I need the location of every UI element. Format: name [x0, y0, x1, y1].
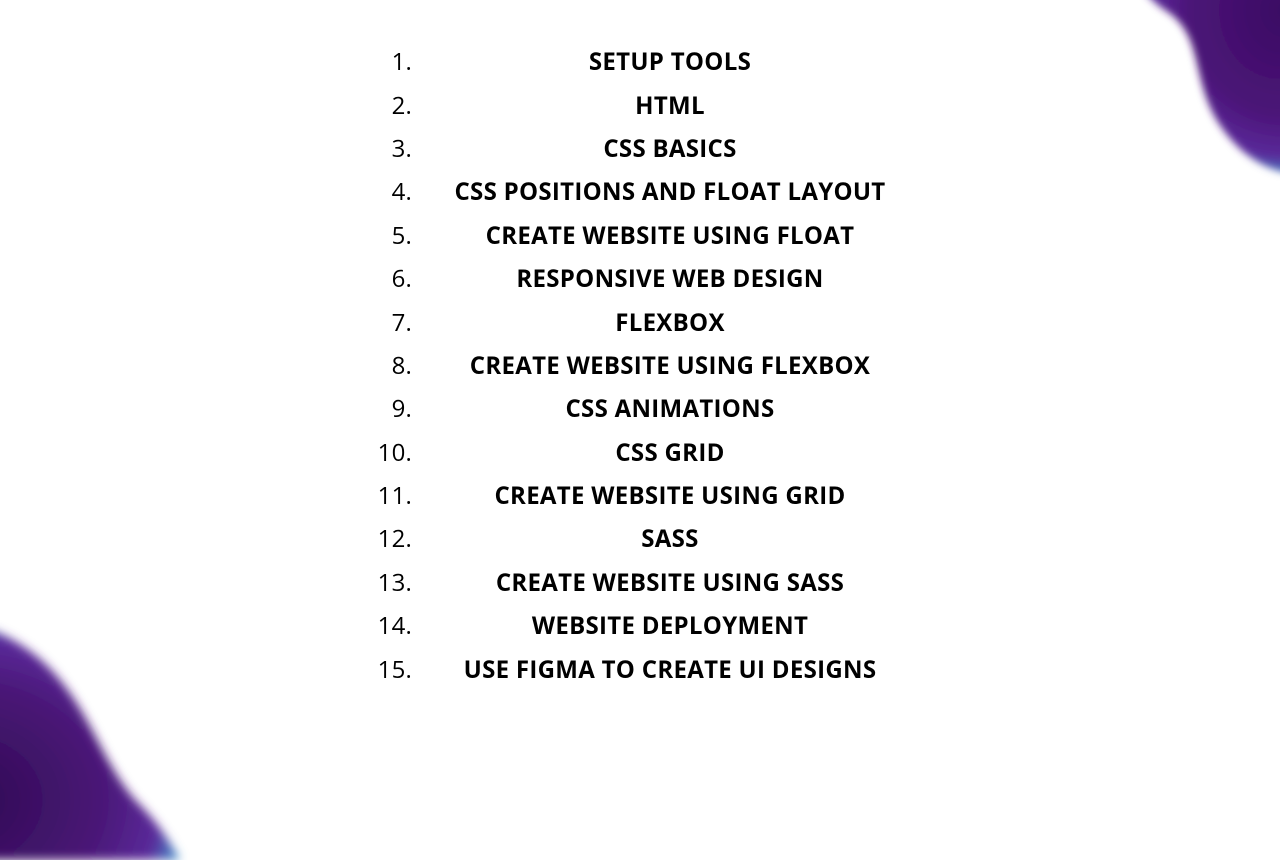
- decorative-blob-top-right: [1050, 0, 1280, 240]
- item-label: CREATE WEBSITE USING FLEXBOX: [420, 349, 920, 382]
- item-number: 13.: [360, 566, 420, 599]
- decorative-blob-bottom-left: [0, 560, 190, 860]
- item-label: RESPONSIVE WEB DESIGN: [420, 262, 920, 295]
- item-number: 9.: [360, 392, 420, 425]
- item-number: 2.: [360, 89, 420, 122]
- list-item: 7. FLEXBOX: [360, 300, 920, 343]
- list-item: 4. CSS POSITIONS AND FLOAT LAYOUT: [360, 170, 920, 213]
- item-label: SETUP TOOLS: [420, 45, 920, 78]
- item-number: 7.: [360, 306, 420, 339]
- item-label: CSS GRID: [420, 436, 920, 469]
- item-label: USE FIGMA TO CREATE UI DESIGNS: [420, 653, 920, 686]
- item-number: 8.: [360, 349, 420, 382]
- item-number: 10.: [360, 436, 420, 469]
- item-number: 12.: [360, 522, 420, 555]
- item-number: 15.: [360, 653, 420, 686]
- item-label: WEBSITE DEPLOYMENT: [420, 609, 920, 642]
- item-number: 3.: [360, 132, 420, 165]
- list-item: 3. CSS BASICS: [360, 127, 920, 170]
- list-item: 5. CREATE WEBSITE USING FLOAT: [360, 214, 920, 257]
- item-label: CSS POSITIONS AND FLOAT LAYOUT: [420, 175, 920, 208]
- list-item: 12. SASS: [360, 517, 920, 560]
- item-number: 5.: [360, 219, 420, 252]
- list-item: 14. WEBSITE DEPLOYMENT: [360, 604, 920, 647]
- list-item: 2. HTML: [360, 83, 920, 126]
- item-number: 4.: [360, 175, 420, 208]
- list-item: 11. CREATE WEBSITE USING GRID: [360, 474, 920, 517]
- list-item: 15. USE FIGMA TO CREATE UI DESIGNS: [360, 647, 920, 690]
- item-label: CSS ANIMATIONS: [420, 392, 920, 425]
- list-item: 9. CSS ANIMATIONS: [360, 387, 920, 430]
- item-label: FLEXBOX: [420, 306, 920, 339]
- list-item: 8. CREATE WEBSITE USING FLEXBOX: [360, 344, 920, 387]
- list-item: 1. SETUP TOOLS: [360, 40, 920, 83]
- item-label: CREATE WEBSITE USING GRID: [420, 479, 920, 512]
- item-label: CREATE WEBSITE USING FLOAT: [420, 219, 920, 252]
- item-number: 11.: [360, 479, 420, 512]
- course-topics-list: 1. SETUP TOOLS 2. HTML 3. CSS BASICS 4. …: [360, 40, 920, 691]
- item-label: SASS: [420, 522, 920, 555]
- item-label: CSS BASICS: [420, 132, 920, 165]
- list-item: 6. RESPONSIVE WEB DESIGN: [360, 257, 920, 300]
- item-label: CREATE WEBSITE USING SASS: [420, 566, 920, 599]
- item-number: 1.: [360, 45, 420, 78]
- item-number: 14.: [360, 609, 420, 642]
- item-label: HTML: [420, 89, 920, 122]
- list-item: 13. CREATE WEBSITE USING SASS: [360, 561, 920, 604]
- item-number: 6.: [360, 262, 420, 295]
- list-item: 10. CSS GRID: [360, 431, 920, 474]
